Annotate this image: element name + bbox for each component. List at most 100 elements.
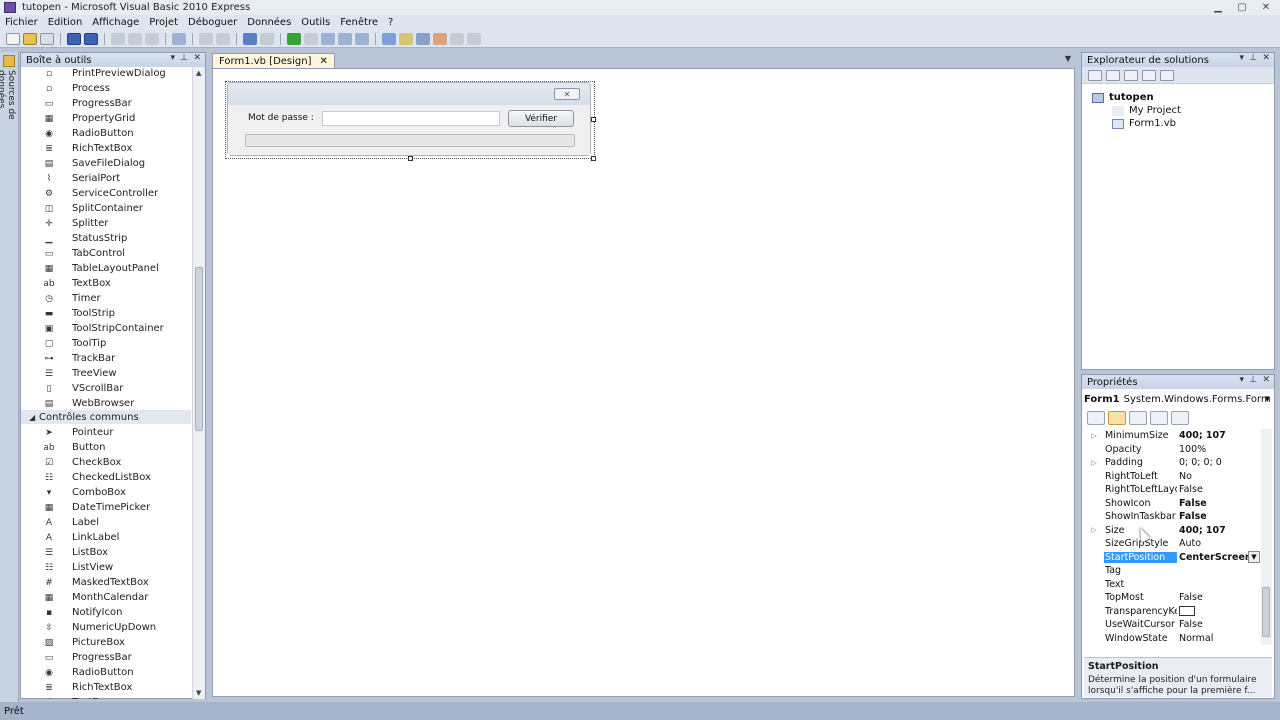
property-row-transparencykey[interactable]: TransparencyKey xyxy=(1084,605,1260,619)
toolbox-item-richtextbox[interactable]: ≣ RichTextBox xyxy=(21,141,193,156)
scrollbar-thumb[interactable] xyxy=(1262,587,1270,637)
tab-form1-design[interactable]: Form1.vb [Design] ✕ xyxy=(212,53,335,68)
show-all-files-icon[interactable] xyxy=(1106,69,1120,81)
toolbox-item-progressbar[interactable]: ▭ ProgressBar xyxy=(21,650,193,665)
toolbox-item-statusstrip[interactable]: ▁ StatusStrip xyxy=(21,231,193,246)
resize-handle[interactable] xyxy=(408,156,413,161)
resize-handle[interactable] xyxy=(591,156,596,161)
solution-explorer-icon[interactable] xyxy=(382,32,396,45)
alphabetical-icon[interactable] xyxy=(1108,410,1126,425)
toolbox-item-notifyicon[interactable]: ▪ NotifyIcon xyxy=(21,605,193,620)
toolbox-item-serialport[interactable]: ⌇ SerialPort xyxy=(21,171,193,186)
property-value[interactable]: 0; 0; 0; 0 xyxy=(1177,457,1260,468)
property-row-windowstate[interactable]: WindowState Normal xyxy=(1084,632,1260,646)
maximize-icon[interactable]: ▢ xyxy=(1230,0,1254,14)
close-icon[interactable]: ✕ xyxy=(1262,53,1270,63)
toolbox-item-numericupdown[interactable]: ⇳ NumericUpDown xyxy=(21,620,193,635)
menu-item[interactable]: Projet xyxy=(144,17,183,28)
data-sources-icon[interactable] xyxy=(3,55,15,67)
toolbox-item-trackbar[interactable]: ⊶ TrackBar xyxy=(21,351,193,366)
toolbox-item-radiobutton[interactable]: ◉ RadioButton xyxy=(21,665,193,680)
close-tab-icon[interactable]: ✕ xyxy=(320,56,328,67)
toolbox-item-richtextbox[interactable]: ≣ RichTextBox xyxy=(21,680,193,695)
toolbox-icon[interactable] xyxy=(433,32,447,45)
property-row-topmost[interactable]: TopMost False xyxy=(1084,591,1260,605)
copy-icon[interactable] xyxy=(128,32,142,45)
properties-view-icon[interactable] xyxy=(1129,410,1147,425)
add-item-icon[interactable] xyxy=(40,32,54,45)
dropdown-icon[interactable]: ▾ xyxy=(170,53,175,63)
property-row-righttoleftlayout[interactable]: RightToLeftLayoutFalse xyxy=(1084,483,1260,497)
toolbox-item-pointeur[interactable]: ➤ Pointeur xyxy=(21,425,193,440)
menu-item[interactable]: Déboguer xyxy=(183,17,242,28)
toolbox-item-radiobutton[interactable]: ◉ RadioButton xyxy=(21,126,193,141)
redo-icon[interactable] xyxy=(260,32,274,45)
menu-item[interactable]: Fichier xyxy=(0,17,43,28)
properties-icon[interactable] xyxy=(1088,69,1102,81)
property-row-righttoleft[interactable]: RightToLeft No xyxy=(1084,470,1260,484)
toolbox-item-listview[interactable]: ☷ ListView xyxy=(21,560,193,575)
toolbox-item-checkbox[interactable]: ☑ CheckBox xyxy=(21,455,193,470)
save-all-icon[interactable] xyxy=(84,32,98,45)
expand-icon[interactable]: ▷ xyxy=(1084,459,1104,467)
categorized-icon[interactable] xyxy=(1087,410,1105,425)
menu-item[interactable]: Edition xyxy=(43,17,88,28)
pin-icon[interactable]: ⊥ xyxy=(180,53,188,63)
pin-icon[interactable]: ⊥ xyxy=(1249,375,1257,385)
find-icon[interactable] xyxy=(172,32,186,45)
property-row-size[interactable]: ▷ Size 400; 107 xyxy=(1084,524,1260,538)
dropdown-icon[interactable]: ▾ xyxy=(1239,375,1244,385)
tree-form1[interactable]: Form1.vb xyxy=(1112,117,1176,130)
property-row-tag[interactable]: Tag xyxy=(1084,564,1260,578)
toolbar-options-icon[interactable] xyxy=(467,32,481,45)
toolbox-item-label[interactable]: A Label xyxy=(21,515,193,530)
uncomment-icon[interactable] xyxy=(216,32,230,45)
property-value[interactable]: False xyxy=(1177,484,1260,495)
property-row-startposition[interactable]: StartPosition CenterScreen ▼ xyxy=(1084,550,1260,565)
step-over-icon[interactable] xyxy=(338,32,352,45)
scroll-up-icon[interactable]: ▲ xyxy=(196,69,201,77)
toolbox-item-tooltip[interactable]: ▢ ToolTip xyxy=(21,336,193,351)
stop-icon[interactable] xyxy=(304,32,318,45)
minimize-icon[interactable]: ▁ xyxy=(1206,0,1230,14)
toolbox-item-savefiledialog[interactable]: ▤ SaveFileDialog xyxy=(21,156,193,171)
close-icon[interactable]: ✕ xyxy=(554,88,580,100)
toolbox-item-toolstrip[interactable]: ▬ ToolStrip xyxy=(21,306,193,321)
property-value[interactable]: Auto xyxy=(1177,538,1260,549)
view-designer-icon[interactable] xyxy=(1160,69,1174,81)
collapse-arrow-icon[interactable]: ◢ xyxy=(29,413,39,422)
properties-window-icon[interactable] xyxy=(399,32,413,45)
view-code-icon[interactable] xyxy=(1142,69,1156,81)
verify-button[interactable]: Vérifier xyxy=(508,110,574,127)
pin-icon[interactable]: ⊥ xyxy=(1249,53,1257,63)
toolbox-item-textbox[interactable]: ab TextBox xyxy=(21,695,193,699)
undo-icon[interactable] xyxy=(243,32,257,45)
property-value[interactable]: False xyxy=(1177,511,1260,522)
resize-handle[interactable] xyxy=(591,117,596,122)
expand-icon[interactable]: ▷ xyxy=(1084,432,1104,440)
property-value[interactable]: False xyxy=(1177,498,1260,509)
menu-item[interactable]: Fenêtre xyxy=(335,17,383,28)
step-into-icon[interactable] xyxy=(321,32,335,45)
property-value[interactable]: 400; 107 xyxy=(1177,525,1260,536)
toolbox-item-splitcontainer[interactable]: ◫ SplitContainer xyxy=(21,201,193,216)
toolbox-category-common[interactable]: ◢ Contrôles communs xyxy=(21,410,191,424)
scrollbar-thumb[interactable] xyxy=(195,267,203,431)
toolbox-item-listbox[interactable]: ☰ ListBox xyxy=(21,545,193,560)
toolbox-item-button[interactable]: ab Button xyxy=(21,440,193,455)
property-value[interactable]: False xyxy=(1177,619,1260,630)
tree-project-tutopen[interactable]: tutopen xyxy=(1092,91,1154,104)
step-out-icon[interactable] xyxy=(355,32,369,45)
tree-my-project[interactable]: My Project xyxy=(1112,104,1181,117)
toolbox-item-splitter[interactable]: ✛ Splitter xyxy=(21,216,193,231)
toolbox-item-monthcalendar[interactable]: ▦ MonthCalendar xyxy=(21,590,193,605)
toolbox-item-toolstripcontainer[interactable]: ▣ ToolStripContainer xyxy=(21,321,193,336)
toolbox-item-picturebox[interactable]: ▨ PictureBox xyxy=(21,635,193,650)
object-selector[interactable]: Form1 System.Windows.Forms.Form ▼ xyxy=(1084,391,1272,407)
property-row-sizegripstyle[interactable]: SizeGripStyle Auto xyxy=(1084,537,1260,551)
toolbox-item-maskedtextbox[interactable]: # MaskedTextBox xyxy=(21,575,193,590)
object-browser-icon[interactable] xyxy=(416,32,430,45)
toolbox-item-tabcontrol[interactable]: ▭ TabControl xyxy=(21,246,193,261)
toolbox-item-datetimepicker[interactable]: ▦ DateTimePicker xyxy=(21,500,193,515)
property-row-minimumsize[interactable]: ▷ MinimumSize 400; 107 xyxy=(1084,429,1260,443)
